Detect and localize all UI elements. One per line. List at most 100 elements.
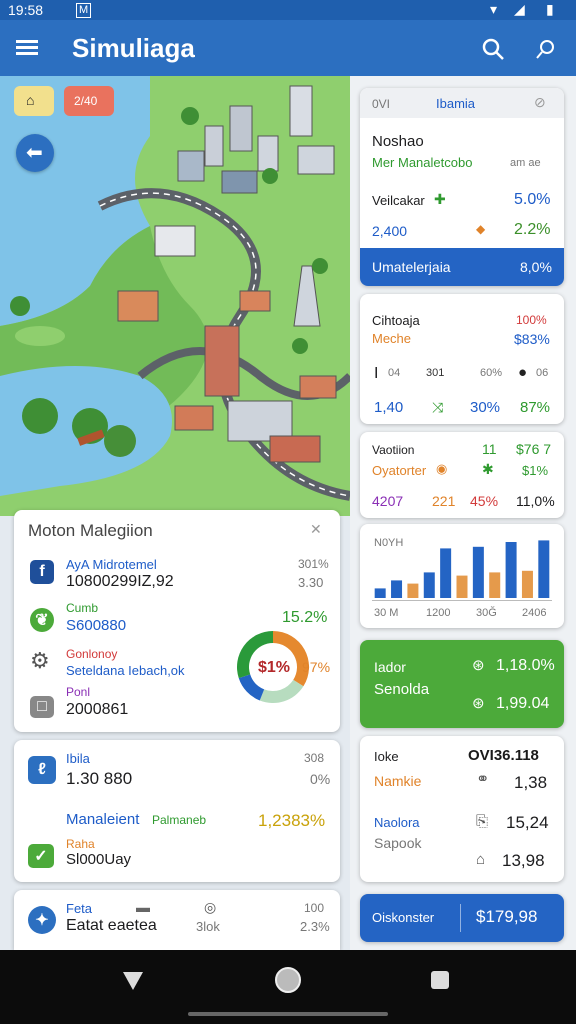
oyatorter-label: Oyatorter (372, 463, 427, 478)
list-card: Ioke OVI36.118 Namkie ⚭ 1,38 Naolora ⎘ 1… (360, 736, 564, 882)
chart-bar (423, 572, 435, 598)
senolda-value: 1,99.04 (496, 695, 550, 712)
metric-3: 60% (480, 367, 503, 379)
r3-b: 221 (432, 493, 456, 509)
highlight-row[interactable]: Umatelerjaia 8,0% (360, 248, 564, 286)
signal-icon: ◢ (514, 1, 525, 17)
recents-icon[interactable] (428, 968, 452, 992)
check-icon: ✓ (28, 844, 54, 868)
metric-1b: 04 (388, 367, 401, 379)
status-time: 19:58 (8, 2, 44, 18)
metrics-card: Cihtoaja 100% Meche $83% I 04 301 60% ● … (360, 294, 564, 424)
arrow-icon: ⬅ (26, 142, 43, 164)
row2-value: S600880 (66, 617, 127, 634)
metrics-title: Cihtoaja (372, 313, 420, 328)
feta-value: Eatat eaetea (66, 917, 157, 934)
iador-label: Iador (374, 659, 406, 675)
facebook-icon: f (30, 560, 54, 584)
shuffle-icon: ⤨ (432, 399, 444, 415)
app-title: Simuliaga (72, 33, 195, 63)
r3-c: 45% (470, 493, 499, 509)
naolora-value: 15,24 (506, 813, 549, 832)
city-map[interactable]: ⌂ 2/40 ⬅ (0, 76, 350, 516)
close-icon[interactable]: ⊘ (534, 95, 546, 109)
oyatorter-b: $1% (522, 463, 549, 478)
ibila-right: 308 (304, 751, 325, 765)
row1-right2: 3.30 (298, 575, 324, 590)
summary-card-tabs: 0VI Ibamia ⊘ (360, 88, 564, 118)
fish-icon: ◆ (476, 222, 486, 236)
veilcakar-label: Veilcakar (372, 193, 425, 208)
ring-icon: ◎ (204, 899, 217, 915)
metric-1: I (374, 365, 379, 382)
ioke-value: OVI36.118 (468, 747, 539, 764)
map-illustration (0, 76, 350, 516)
value-2: 30% (470, 399, 501, 416)
feta-mid: 3lok (196, 919, 220, 934)
chart-bar (489, 572, 501, 598)
zoom-icon[interactable] (534, 36, 560, 62)
status-badge: M (76, 3, 92, 18)
bag-icon: ⌂ (26, 92, 35, 108)
iador-value: 1,18.0% (496, 657, 555, 674)
home-icon[interactable] (274, 966, 302, 994)
refresh-icon: ⊛ (472, 657, 485, 674)
metric-2: 301 (426, 367, 445, 379)
raha-label: Raha (66, 837, 95, 851)
highlight-value: 8,0% (520, 259, 552, 275)
ibila-value: 1.30 880 (66, 769, 133, 788)
navigate-button[interactable]: ⬅ (16, 134, 54, 172)
summary-subtitle: Mer Manaletcobo (372, 155, 473, 170)
metrics-sub: Meche (372, 331, 412, 346)
feta-label: Feta (66, 901, 93, 916)
tick-1: 30 M (374, 607, 399, 619)
row4-label: Ponl (66, 685, 91, 699)
total-card[interactable]: Oiskonster $179,98 (360, 894, 564, 942)
back-icon[interactable] (120, 968, 146, 994)
tick-3: 30Ğ (476, 607, 497, 619)
r3-d: 11,0% (516, 493, 555, 509)
row1-value: 10800299IZ,92 (66, 573, 174, 590)
value-1: 1,40 (374, 399, 404, 416)
map-chip-filter[interactable]: ⌂ (14, 86, 54, 116)
metric-4: 06 (536, 367, 549, 379)
close-icon[interactable]: ✕ (310, 522, 322, 536)
r2-label: 2,400 (372, 223, 408, 239)
leaf-icon: ❦ (30, 608, 54, 632)
map-chip-count-label: 2/40 (74, 94, 98, 108)
donut-slice (238, 674, 265, 701)
leaf-icon: ✚ (434, 191, 446, 207)
map-chip-count[interactable]: 2/40 (64, 86, 114, 116)
r2-value: 2.2% (514, 221, 551, 238)
bar-chart-card: N0YH 30 M 1200 30Ğ 2406 (360, 524, 564, 628)
status-bar: 19:58 M ▾ ◢ ▮ (0, 0, 576, 20)
battery-icon: ▮ (546, 1, 554, 17)
chart-bar (456, 575, 468, 598)
doc-icon: ⎘ (476, 813, 489, 830)
feta-right: 100 (304, 901, 325, 915)
menu-icon[interactable] (16, 40, 38, 56)
search-icon[interactable] (480, 36, 506, 62)
summary-sub-right: am ae (510, 157, 541, 169)
manaleient-label: Manaleient (66, 811, 140, 828)
app-bar: Simuliaga (0, 20, 576, 76)
chart-bar (407, 583, 419, 598)
tab-left[interactable]: 0VI (372, 98, 390, 110)
tab-right[interactable]: Ibamia (436, 97, 475, 110)
ibila-label: Ibila (66, 751, 90, 766)
green-card[interactable]: Iador ⊛ 1,18.0% Senolda ⊛ 1,99.04 (360, 640, 564, 728)
donut-slice (259, 679, 304, 703)
ioke-label: Ioke (374, 749, 399, 764)
senolda-label: Senolda (374, 681, 430, 698)
highlight-label: Umatelerjaia (372, 259, 451, 275)
gesture-bar (188, 1012, 388, 1016)
vaotiion-a: 11 (482, 441, 497, 457)
donut-right-label: 97% (302, 659, 331, 675)
total-value: $179,98 (476, 907, 538, 926)
divider (460, 904, 461, 932)
box-icon: □ (30, 696, 54, 718)
chart-bar (472, 546, 484, 598)
total-label: Oiskonster (372, 910, 435, 925)
namkie-label: Namkie (374, 773, 422, 789)
sapook-label: Sapook (374, 835, 422, 851)
